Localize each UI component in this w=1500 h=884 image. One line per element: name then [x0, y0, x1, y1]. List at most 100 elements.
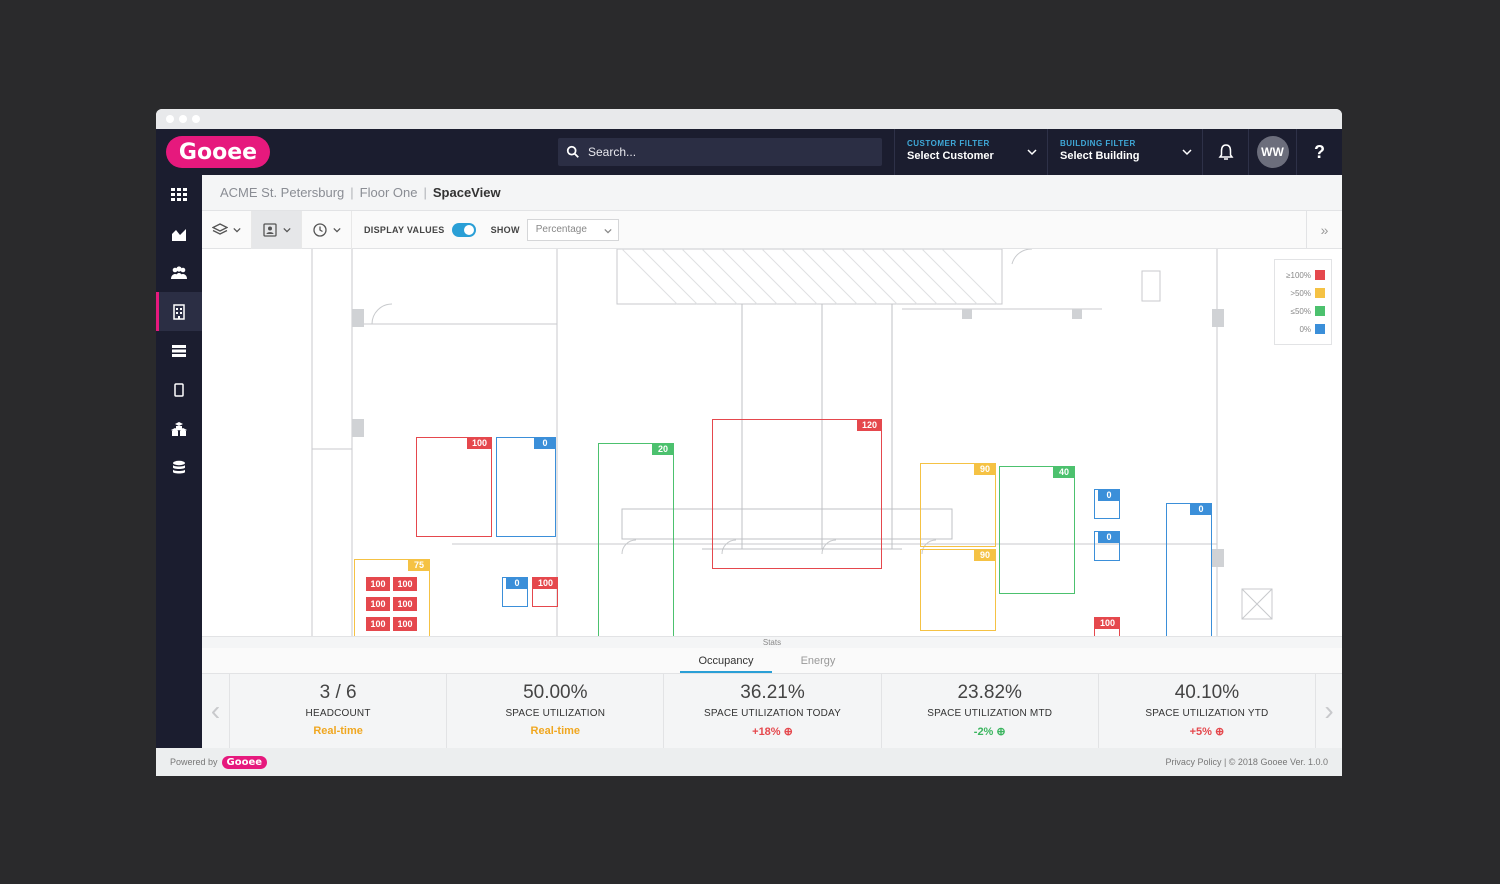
kpi-utilization-mtd: 23.82% SPACE UTILIZATION MTD -2% ⊕ — [880, 674, 1098, 748]
time-dropdown[interactable] — [302, 210, 352, 249]
tab-energy[interactable]: Energy — [772, 648, 864, 673]
arrow-up-circle-icon: ⊕ — [1215, 726, 1225, 738]
footer-logo: Gooee — [221, 755, 268, 769]
display-values-toggle[interactable] — [451, 222, 476, 237]
legend-swatch — [1315, 288, 1325, 298]
room[interactable]: 0 — [496, 437, 556, 537]
legend-label: >50% — [1290, 288, 1311, 298]
gooee-logo[interactable]: Gooee — [166, 136, 270, 168]
room-value-badge: 75 — [408, 559, 430, 571]
kpi-sub: +5% ⊕ — [1099, 725, 1315, 738]
desk-tile[interactable]: 100 — [393, 617, 417, 631]
room-value-badge: 0 — [1098, 531, 1120, 543]
clock-icon — [313, 222, 327, 237]
arrow-up-circle-icon: ⊕ — [783, 726, 793, 738]
person-filter-dropdown[interactable] — [252, 210, 302, 249]
breadcrumb: ACME St. Petersburg | Floor One | SpaceV… — [202, 175, 1342, 211]
sidebar-item-analytics[interactable] — [156, 214, 202, 253]
breadcrumb-building[interactable]: ACME St. Petersburg — [220, 185, 344, 200]
room-value-badge: 0 — [534, 437, 556, 449]
show-select[interactable]: Percentage — [526, 218, 619, 241]
help-icon: ? — [1314, 141, 1325, 162]
prev-arrow-button[interactable]: ‹ — [202, 674, 229, 748]
room[interactable]: 120 — [712, 419, 882, 569]
kpi-label: SPACE UTILIZATION — [505, 708, 606, 719]
chevron-down-icon — [283, 227, 291, 232]
room-value-badge: 100 — [1094, 617, 1120, 629]
map-toolbar: DISPLAY VALUES SHOW Percentage » — [202, 210, 1342, 249]
room[interactable]: 0 — [502, 577, 528, 607]
sidebar-item-people[interactable] — [156, 253, 202, 292]
user-menu-button[interactable]: WW — [1248, 129, 1296, 175]
notifications-button[interactable] — [1202, 129, 1248, 175]
search-icon — [566, 145, 579, 158]
legend-swatch — [1315, 324, 1325, 334]
desk-tile[interactable]: 100 — [366, 617, 390, 631]
building-filter-value: Select Building — [1060, 150, 1140, 162]
room-value-badge: 100 — [532, 577, 558, 589]
room[interactable]: 100 — [1094, 617, 1120, 636]
kpi-value: 36.21% — [740, 682, 805, 703]
floor-plan[interactable]: 100 0 20 120 90 40 90 0 75 0 100 100 50 … — [202, 249, 1342, 636]
window-titlebar — [156, 109, 1342, 129]
room[interactable]: 90 — [920, 549, 996, 631]
tab-occupancy[interactable]: Occupancy — [680, 648, 772, 673]
legend-row: ≤50% — [1281, 302, 1325, 320]
sidebar-item-database[interactable] — [156, 448, 202, 487]
next-arrow-button[interactable]: › — [1315, 674, 1342, 748]
room[interactable]: 40 — [999, 466, 1075, 594]
kpi-value: 40.10% — [1174, 682, 1240, 703]
stats-toggle[interactable]: Stats — [202, 636, 1342, 648]
customer-filter-dropdown[interactable]: CUSTOMER FILTER Select Customer — [894, 129, 1047, 175]
customer-filter-value: Select Customer — [907, 150, 994, 162]
room[interactable]: 100 — [416, 437, 492, 537]
room[interactable]: 100 — [532, 577, 558, 607]
search-input[interactable]: Search... — [558, 138, 882, 166]
sidebar — [156, 175, 202, 748]
room[interactable]: 0 — [1094, 489, 1120, 519]
collapse-panel-button[interactable]: » — [1306, 211, 1342, 249]
sidebar-item-devices[interactable] — [156, 370, 202, 409]
building-filter-dropdown[interactable]: BUILDING FILTER Select Building — [1047, 129, 1202, 175]
kpi-value: 3 / 6 — [319, 682, 357, 703]
room-value-badge: 20 — [652, 443, 674, 455]
sidebar-item-servers[interactable] — [156, 331, 202, 370]
legend-row: >50% — [1281, 284, 1325, 302]
breadcrumb-floor[interactable]: Floor One — [360, 185, 418, 200]
bell-icon — [1218, 144, 1233, 160]
cubes-icon — [171, 421, 187, 436]
kpi-sub: Real-time — [313, 725, 363, 737]
chevron-right-icon: › — [1324, 695, 1334, 726]
sidebar-item-apps[interactable] — [156, 175, 202, 214]
kpi-label: HEADCOUNT — [305, 708, 371, 719]
kpi-sub: -2% ⊕ — [882, 725, 1098, 738]
kpi-value: 23.82% — [957, 682, 1022, 703]
room-value-badge: 120 — [856, 419, 882, 431]
chevron-down-icon — [1027, 149, 1037, 156]
show-label: SHOW — [490, 224, 520, 235]
legend-row: ≥100% — [1281, 266, 1325, 284]
room[interactable]: 90 — [920, 463, 996, 547]
customer-filter-label: CUSTOMER FILTER — [907, 139, 990, 148]
room[interactable]: 0 — [1166, 503, 1212, 636]
footer-links[interactable]: Privacy Policy | © 2018 Gooee Ver. 1.0.0 — [1165, 757, 1328, 767]
window-dot — [166, 115, 174, 123]
show-select-value: Percentage — [535, 224, 587, 235]
room[interactable]: 0 — [1094, 531, 1120, 561]
database-icon — [173, 460, 185, 473]
sidebar-item-products[interactable] — [156, 409, 202, 448]
desk-tile[interactable]: 100 — [366, 597, 390, 611]
avatar: WW — [1256, 136, 1289, 168]
layers-dropdown[interactable] — [202, 210, 252, 249]
people-icon — [171, 265, 187, 279]
desk-tile[interactable]: 100 — [393, 597, 417, 611]
room-value-badge: 100 — [466, 437, 492, 449]
desk-tile[interactable]: 100 — [393, 577, 417, 591]
desk-tile[interactable]: 100 — [366, 577, 390, 591]
help-button[interactable]: ? — [1296, 129, 1342, 175]
kpi-headcount: 3 / 6 HEADCOUNT Real-time — [229, 674, 446, 748]
sidebar-item-buildings[interactable] — [156, 292, 202, 331]
room[interactable]: 20 — [598, 443, 674, 636]
double-chevron-right-icon: » — [1320, 222, 1329, 238]
area-chart-icon — [172, 228, 186, 241]
